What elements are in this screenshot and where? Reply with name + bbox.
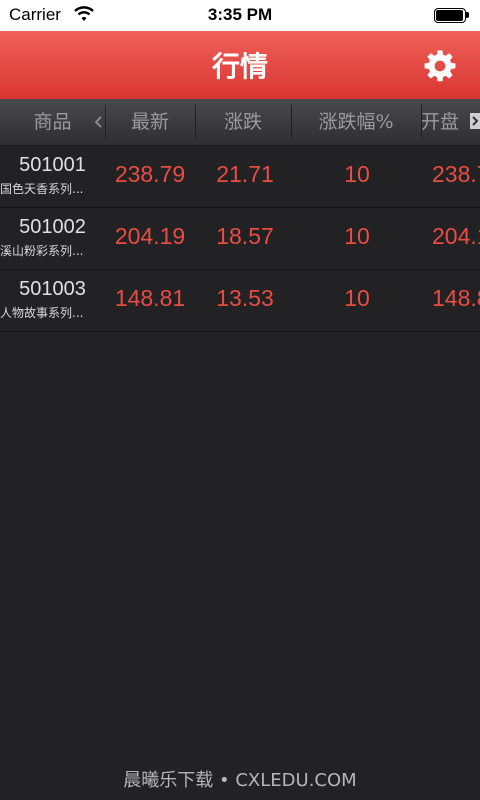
nav-bar: 行情	[0, 31, 480, 99]
chevron-right-icon[interactable]	[470, 113, 480, 129]
product-name: 溪山粉彩系列...	[0, 244, 84, 258]
product-code: 501003	[19, 278, 86, 300]
header-change-pct[interactable]: 涨跌幅%	[291, 99, 421, 145]
table-row[interactable]: 501002 溪山粉彩系列... 204.19 18.57 10 204.19	[0, 208, 480, 270]
watermark: 晨曦乐下载 • CXLEDU.COM	[123, 770, 357, 791]
price-change: 13.53	[216, 285, 274, 311]
open-price: 204.19	[432, 223, 480, 249]
open-price: 238.79	[432, 161, 480, 187]
header-latest[interactable]: 最新	[105, 99, 195, 145]
chevron-left-icon	[95, 116, 102, 128]
gear-icon[interactable]	[423, 49, 457, 83]
change-percent: 10	[344, 161, 370, 187]
status-bar: Carrier 3:35 PM	[0, 0, 480, 31]
product-code: 501001	[19, 154, 86, 176]
change-percent: 10	[344, 223, 370, 249]
open-price: 148.81	[432, 285, 480, 311]
product-name: 国色天香系列...	[0, 182, 84, 196]
table-header: 商品 最新 涨跌 涨跌幅% 开盘	[0, 99, 480, 146]
status-time: 3:35 PM	[207, 5, 273, 24]
table-row[interactable]: 501003 人物故事系列... 148.81 13.53 10 148.81	[0, 270, 480, 332]
price-change: 21.71	[216, 161, 274, 187]
latest-price: 148.81	[114, 285, 186, 311]
battery-icon	[434, 8, 469, 23]
product-code: 501002	[19, 216, 86, 238]
latest-price: 204.19	[114, 223, 186, 249]
page-title: 行情	[211, 50, 268, 83]
table-row[interactable]: 501001 国色天香系列... 238.79 21.71 10 238.79	[0, 146, 480, 208]
price-change: 18.57	[216, 223, 274, 249]
header-change[interactable]: 涨跌	[195, 99, 291, 145]
header-product[interactable]: 商品	[0, 99, 105, 145]
latest-price: 238.79	[114, 161, 186, 187]
product-name: 人物故事系列...	[0, 306, 84, 320]
change-percent: 10	[344, 285, 370, 311]
